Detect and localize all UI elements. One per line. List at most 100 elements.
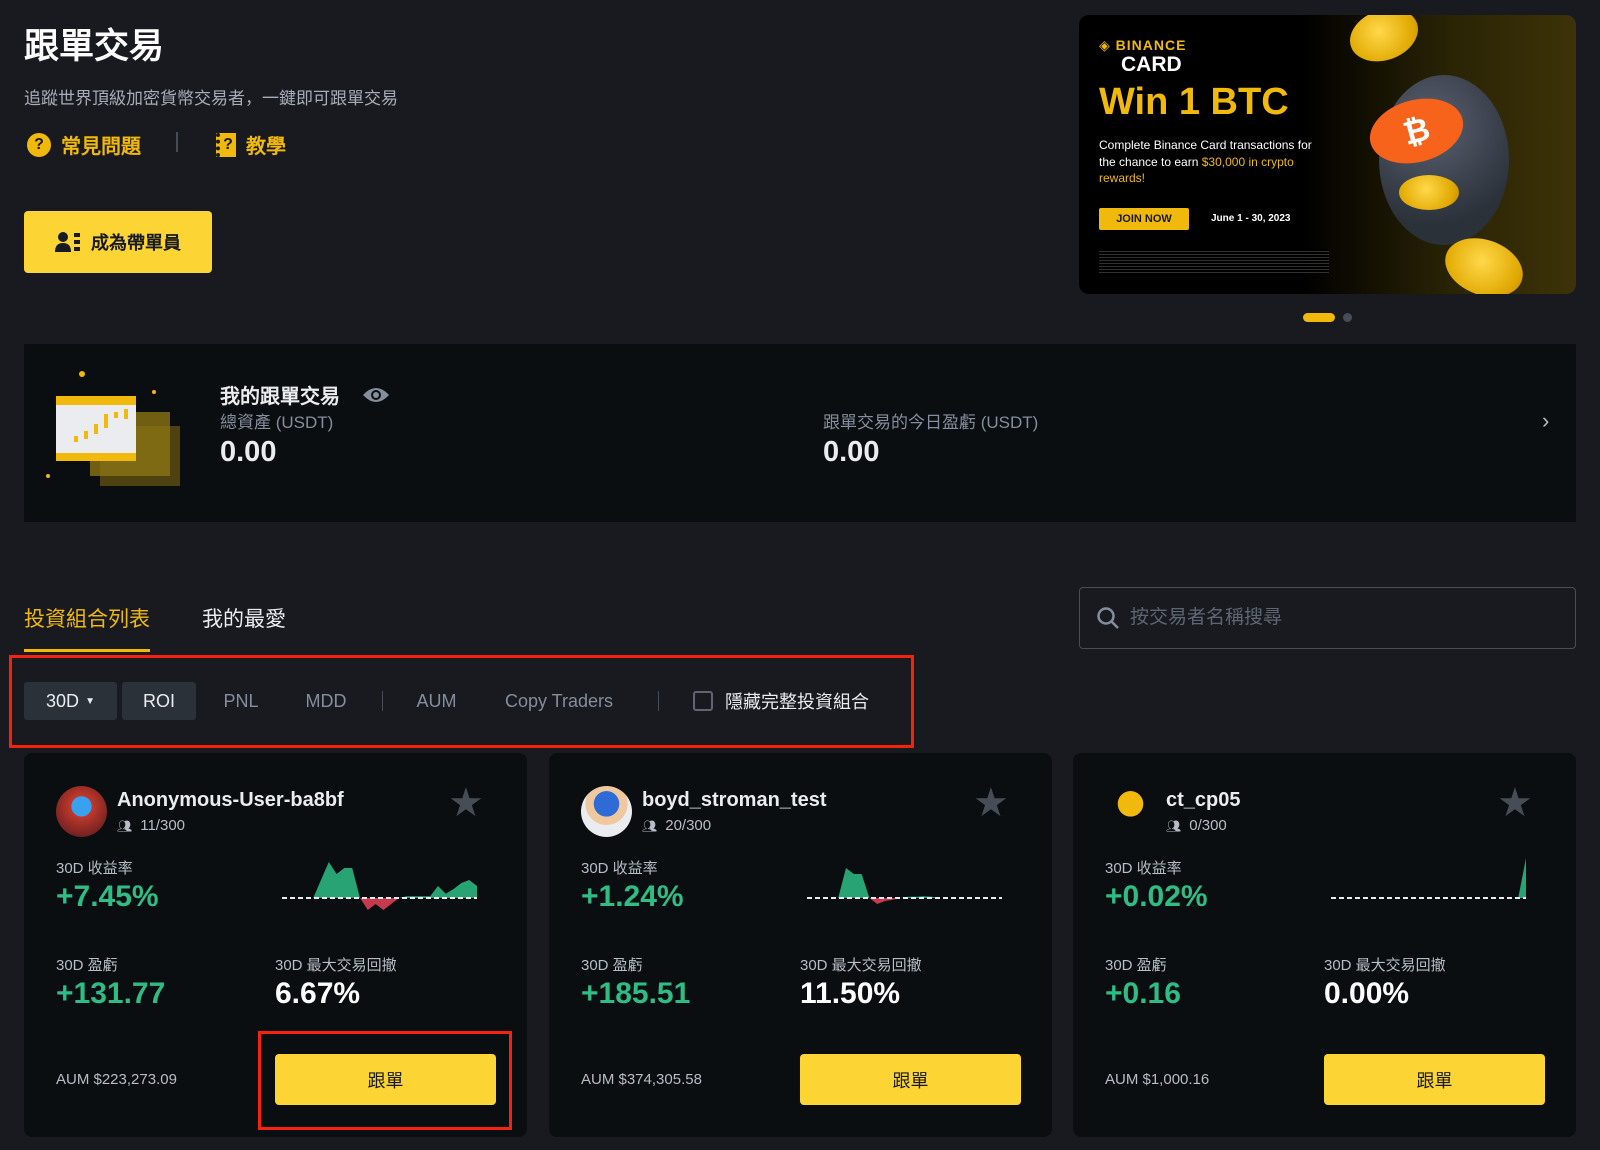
trader-card[interactable]: boyd_stroman_test 👥︎ 20/300 ★ 30D 收益率 +1.… (549, 753, 1052, 1137)
trader-name[interactable]: ct_cp05 (1166, 789, 1241, 812)
filter-bar: 30D ▼ ROI PNL MDD AUM Copy Traders 隱藏完整投資… (24, 682, 869, 720)
pnl-label: 30D 盈虧 (1105, 957, 1167, 974)
become-lead-trader-button[interactable]: 成為帶單員 (24, 211, 212, 273)
favorite-star-icon[interactable]: ★ (973, 783, 1009, 823)
favorite-star-icon[interactable]: ★ (448, 783, 484, 823)
follower-count: 👥︎ 11/300 (117, 817, 185, 834)
my-copy-title: 我的跟單交易 (220, 386, 340, 408)
link-divider (176, 132, 178, 152)
follower-count: 👥︎ 20/300 (642, 817, 711, 834)
sort-aum[interactable]: AUM (399, 682, 474, 720)
pnl-label: 30D 盈虧 (56, 957, 118, 974)
users-icon: 👥︎ (642, 818, 658, 833)
tab-portfolio-list[interactable]: 投資組合列表 (24, 603, 150, 652)
roi-sparkline (282, 862, 477, 910)
hide-full-checkbox[interactable]: 隱藏完整投資組合 (693, 688, 869, 714)
faq-link[interactable]: ? 常見問題 (27, 130, 141, 159)
question-circle-icon: ? (27, 132, 51, 157)
tutorial-link[interactable]: ? 教學 (216, 130, 286, 159)
filter-divider (382, 691, 383, 711)
coin-image (1342, 15, 1426, 71)
avatar[interactable] (56, 786, 107, 837)
tutorial-book-icon: ? (216, 132, 236, 157)
avatar[interactable] (1105, 786, 1156, 837)
period-dropdown[interactable]: 30D ▼ (24, 682, 117, 720)
roi-label: 30D 收益率 (1105, 860, 1182, 877)
mdd-label: 30D 最大交易回撤 (275, 957, 397, 974)
my-copy-trading-panel[interactable]: 我的跟單交易 總資產 (USDT) 0.00 跟單交易的今日盈虧 (USDT) … (24, 344, 1576, 522)
sort-mdd[interactable]: MDD (286, 682, 366, 720)
sparkline-positive-area (1331, 858, 1526, 898)
checkbox-icon[interactable] (693, 691, 713, 711)
carousel-dots[interactable] (1303, 313, 1352, 322)
copy-trade-button[interactable]: 跟單 (1324, 1054, 1545, 1105)
sort-copy-traders[interactable]: Copy Traders (474, 682, 644, 720)
roi-label: 30D 收益率 (56, 860, 133, 877)
caret-down-icon: ▼ (85, 695, 95, 707)
aum-value: AUM $1,000.16 (1105, 1071, 1210, 1088)
search-icon (1097, 607, 1119, 629)
mdd-label: 30D 最大交易回撤 (800, 957, 922, 974)
roi-sparkline (1331, 858, 1526, 899)
copy-trade-button[interactable]: 跟單 (800, 1054, 1021, 1105)
follower-count-value: 0/300 (1189, 817, 1227, 834)
trader-card[interactable]: ct_cp05 👥︎ 0/300 ★ 30D 收益率 +0.02% 30D 盈虧 … (1073, 753, 1576, 1137)
trader-search[interactable] (1079, 587, 1576, 649)
chevron-right-icon[interactable]: › (1542, 408, 1549, 434)
sort-roi[interactable]: ROI (122, 682, 196, 720)
join-now-button[interactable]: JOIN NOW (1099, 208, 1189, 230)
aum-value: AUM $374,305.58 (581, 1071, 702, 1088)
roi-value: +1.24% (581, 880, 684, 913)
roi-value: +0.02% (1105, 880, 1208, 913)
follower-count-value: 11/300 (140, 817, 185, 834)
sparkline-negative-area (282, 898, 477, 910)
portfolio-tabs: 投資組合列表 我的最愛 (24, 603, 286, 652)
roi-sparkline (807, 868, 1002, 904)
filter-divider (658, 691, 659, 711)
eye-icon[interactable] (362, 385, 390, 405)
carousel-dot[interactable] (1343, 313, 1352, 322)
risk-warning-text (1099, 249, 1329, 275)
mdd-value: 11.50% (800, 977, 901, 1010)
page-title: 跟單交易 (24, 27, 165, 66)
faq-label: 常見問題 (61, 136, 141, 158)
trader-name[interactable]: boyd_stroman_test (642, 789, 827, 812)
mdd-value: 6.67% (275, 977, 361, 1010)
lead-trader-icon (55, 232, 80, 252)
total-assets-value: 0.00 (220, 436, 277, 468)
banner-brand-sub: CARD (1121, 53, 1182, 76)
pnl-value: +0.16 (1105, 977, 1181, 1010)
sparkline-negative-area (1331, 858, 1526, 898)
aum-value: AUM $223,273.09 (56, 1071, 177, 1088)
copy-trading-illustration-icon (46, 371, 180, 486)
follower-count: 👥︎ 0/300 (1166, 817, 1227, 834)
users-icon: 👥︎ (117, 818, 133, 833)
mdd-label: 30D 最大交易回撤 (1324, 957, 1446, 974)
pnl-label: 30D 盈虧 (581, 957, 643, 974)
follower-count-value: 20/300 (665, 817, 712, 834)
tab-favorites[interactable]: 我的最愛 (202, 603, 286, 652)
tutorial-label: 教學 (246, 136, 286, 158)
banner-dates: June 1 - 30, 2023 (1211, 213, 1291, 224)
banner-description: Complete Binance Card transactions for t… (1099, 138, 1312, 185)
today-pnl-label: 跟單交易的今日盈虧 (USDT) (823, 413, 1039, 432)
period-value: 30D (46, 690, 80, 711)
carousel-dot-active[interactable] (1303, 313, 1335, 322)
avatar[interactable] (581, 786, 632, 837)
page-subtitle: 追蹤世界頂級加密貨幣交易者，一鍵即可跟單交易 (24, 89, 398, 108)
binance-logo: ◈ BINANCE (1099, 37, 1187, 53)
trader-name[interactable]: Anonymous-User-ba8bf (117, 789, 344, 812)
roi-value: +7.45% (56, 880, 159, 913)
coin-stack-image (1399, 175, 1459, 210)
sort-pnl[interactable]: PNL (196, 682, 286, 720)
pnl-value: +185.51 (581, 977, 691, 1010)
favorite-star-icon[interactable]: ★ (1497, 783, 1533, 823)
promo-banner[interactable]: ◈ BINANCE CARD Win 1 BTC Complete Binanc… (1079, 15, 1576, 294)
mdd-value: 0.00% (1324, 977, 1410, 1010)
banner-headline: Win 1 BTC (1099, 81, 1289, 123)
users-icon: 👥︎ (1166, 818, 1182, 833)
search-input[interactable] (1130, 607, 1550, 629)
become-lead-label: 成為帶單員 (91, 233, 181, 253)
roi-label: 30D 收益率 (581, 860, 658, 877)
pnl-value: +131.77 (56, 977, 166, 1010)
